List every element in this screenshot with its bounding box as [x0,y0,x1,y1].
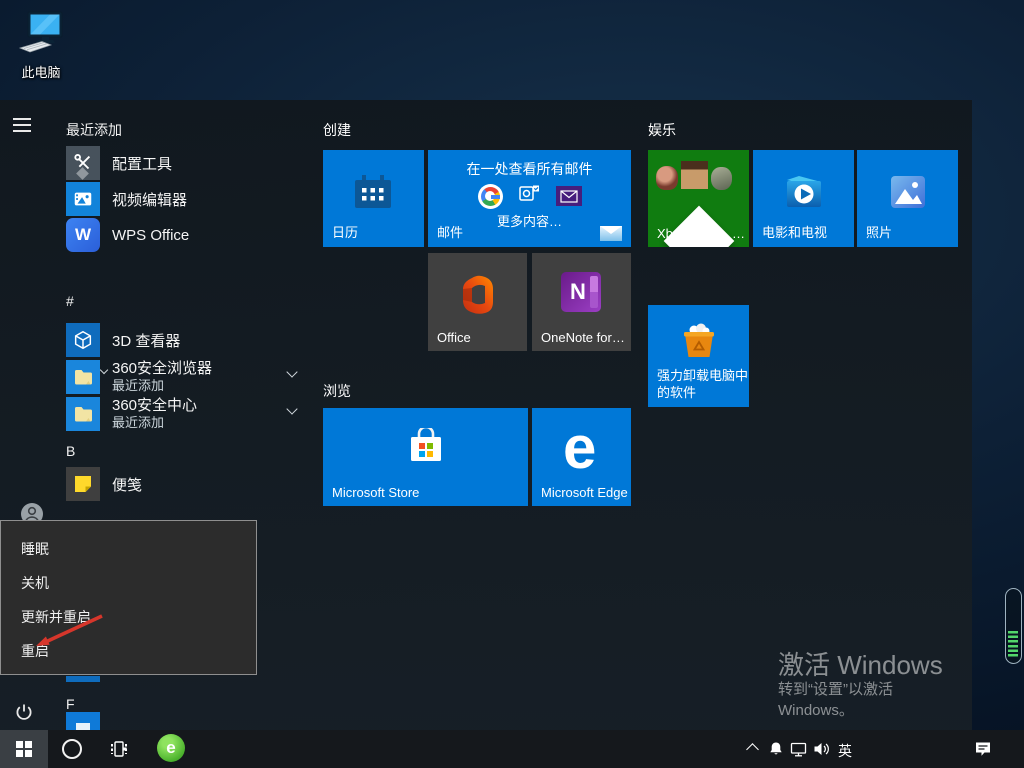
tile-microsoft-edge[interactable]: e Microsoft Edge [532,408,631,506]
tile-uninstaller[interactable]: 强力卸载电脑中 的软件 [648,305,749,407]
menu-item-sleep[interactable]: 睡眠 [21,542,49,556]
photos-icon [889,174,927,215]
app-label: 3D 查看器 [112,332,181,350]
windows-desktop: 此电脑 最近添加 配置工具 视频编辑器 W WPS Office # 3D 查看… [0,0,1024,768]
windows-logo-icon [15,740,33,758]
app-row-3d-viewer[interactable]: 3D 查看器 [66,323,180,357]
app-label: 360安全浏览器 [112,360,213,377]
task-view-button[interactable] [109,739,129,764]
taskbar: e 英 9:41 2020/9/19 星期六 [0,730,1024,768]
tile-label: OneNote for… [541,330,625,345]
app-row-360-center[interactable]: 360安全中心 最近添加 [66,397,306,431]
tile-label: Xbox [657,226,687,241]
tile-calendar[interactable]: 日历 [323,150,424,247]
tile-xbox[interactable]: Xbox … [648,150,749,247]
xbox-avatar-1 [656,166,678,190]
movies-tv-icon [783,172,825,217]
this-pc-desktop-icon[interactable]: 此电脑 [12,10,70,81]
group-header-entertainment[interactable]: 娱乐 [648,120,676,140]
purple-mail-icon [555,186,582,206]
xbox-avatar-3 [711,167,732,190]
office-icon [458,273,498,322]
sticky-notes-icon [66,467,100,501]
app-label: 360安全中心 [112,397,198,414]
uninstaller-icon [679,321,719,366]
app-sub-label: 最近添加 [112,415,165,430]
store-icon [407,425,445,469]
tile-label: 电影和电视 [762,225,828,240]
app-icon-partial [66,712,100,730]
browser-e-glyph: e [166,738,176,757]
tile-microsoft-store[interactable]: Microsoft Store [323,408,528,506]
tray-chevron-up-icon[interactable] [746,743,759,756]
tile-label: Office [437,330,471,345]
wps-office-icon: W [66,218,100,252]
chevron-down-icon[interactable] [286,366,298,378]
speaker-icon[interactable] [813,741,830,762]
tile-label: 邮件 [437,225,464,240]
app-icon-fragment [66,676,100,682]
notification-bell-icon[interactable] [768,741,784,762]
app-label: 便笺 [112,476,143,494]
group-header-browse[interactable]: 浏览 [323,381,351,401]
edge-icon: e [563,414,597,481]
section-header-hash[interactable]: # [66,293,74,309]
3d-viewer-icon [66,323,100,357]
hamburger-icon[interactable] [13,118,31,136]
tile-label: 强力卸载电脑中 的软件 [657,368,749,400]
app-row-360-browser[interactable]: 360安全浏览器 最近添加 [66,360,306,394]
tile-label: 照片 [866,225,893,240]
tile-onenote[interactable]: N OneNote for… [532,253,631,351]
menu-item-shutdown[interactable]: 关机 [21,576,49,590]
tile-label-ellipsis: … [732,226,745,241]
group-header-create[interactable]: 创建 [323,120,351,140]
section-header-f[interactable]: F [66,696,75,712]
mail-envelope-icon [600,226,622,241]
accelerator-widget[interactable] [1005,588,1022,664]
mail-banner-text: 在一处查看所有邮件 [466,161,593,177]
tile-photos[interactable]: 照片 [857,150,958,247]
app-row-video-editor[interactable]: 视频编辑器 [66,182,187,216]
app-label: 配置工具 [112,155,173,173]
action-center-icon[interactable] [974,741,992,762]
tile-label: Microsoft Store [332,485,420,500]
google-icon [477,183,503,209]
folder-icon [66,360,100,394]
browser-360-button[interactable]: e [157,734,185,762]
folder-icon [66,397,100,431]
this-pc-label: 此电脑 [21,65,61,80]
start-button[interactable] [0,730,48,768]
chevron-down-icon[interactable] [286,403,298,415]
video-editor-icon [66,182,100,216]
app-sub-label: 最近添加 [112,378,165,393]
app-row-config-tools[interactable]: 配置工具 [66,146,172,180]
tile-label: 日历 [332,225,359,240]
tile-mail[interactable]: 在一处查看所有邮件 更多内容… 邮件 [428,150,631,247]
onenote-icon: N [561,272,601,312]
xbox-avatar-2 [681,161,708,189]
activate-windows-subtitle: 转到“设置”以激活 Windows。 [778,681,893,719]
red-arrow-annotation [36,614,103,646]
section-header-b[interactable]: B [66,443,75,459]
app-label: WPS Office [112,226,190,244]
calendar-icon [351,172,395,219]
network-icon[interactable] [790,741,807,762]
tile-office[interactable]: Office [428,253,527,351]
power-icon[interactable] [14,702,34,722]
outlook-icon [518,183,541,209]
cortana-button[interactable] [62,739,82,759]
user-icon[interactable] [21,503,43,520]
app-row-sticky-notes[interactable]: 便笺 [66,467,142,501]
tile-movies-tv[interactable]: 电影和电视 [753,150,854,247]
activate-windows-title: 激活 Windows [778,650,943,680]
app-label: 视频编辑器 [112,191,188,209]
recent-added-header: 最近添加 [66,122,122,138]
accelerator-stripes-icon [1008,631,1019,658]
config-tools-icon [66,146,100,180]
tile-label: Microsoft Edge [541,485,628,500]
this-pc-icon [16,11,66,60]
language-indicator[interactable]: 英 [838,741,852,761]
app-row-wps-office[interactable]: W WPS Office [66,218,189,252]
